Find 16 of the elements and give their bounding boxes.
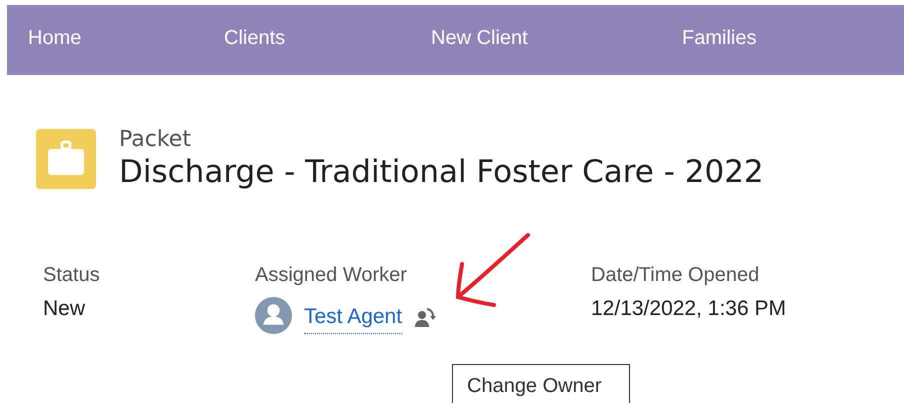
user-link[interactable]: Test Agent	[304, 305, 402, 334]
briefcase-icon	[36, 129, 96, 189]
nav-link[interactable]: Families	[682, 26, 756, 54]
nav-link[interactable]: Clients	[224, 26, 431, 54]
field-label: Date/Time Opened	[591, 264, 760, 287]
nav-link[interactable]: Home	[28, 26, 224, 54]
tooltip: Change Owner	[452, 364, 630, 403]
change-owner-icon[interactable]	[414, 306, 436, 328]
user-avatar-icon	[255, 297, 292, 334]
field-label: Assigned Worker	[255, 264, 408, 287]
nav-link[interactable]: New Client	[431, 26, 682, 54]
object-type: Packet	[119, 127, 192, 153]
field-label: Status	[43, 264, 101, 287]
record-title: Discharge - Traditional Foster Care - 2022	[119, 153, 764, 191]
field-value: New	[43, 297, 86, 321]
field-value: 12/13/2022, 1:36 PM	[591, 297, 786, 321]
